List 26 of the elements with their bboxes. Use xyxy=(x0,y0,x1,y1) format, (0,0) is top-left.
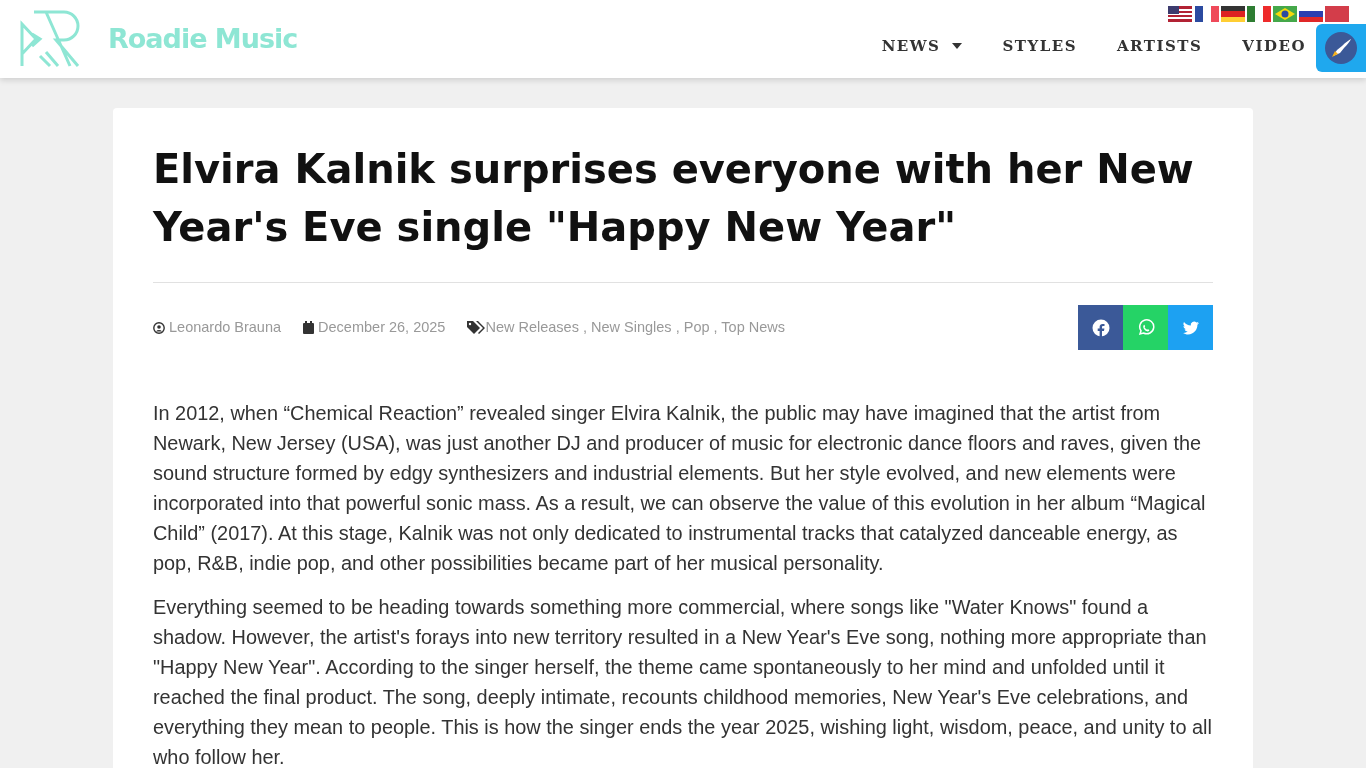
twitter-icon xyxy=(1181,318,1200,337)
facebook-icon xyxy=(1091,318,1110,337)
nav-link[interactable]: VIDEO xyxy=(1242,34,1306,58)
whatsapp-icon xyxy=(1136,318,1155,337)
nav-link[interactable]: STYLES xyxy=(1002,34,1077,58)
tag-separator: , xyxy=(712,318,719,335)
facebook-share-button[interactable] xyxy=(1078,305,1123,350)
article-title: Elvira Kalnik surprises everyone with her New Year's Eve single "Happy New Year" xyxy=(153,145,1195,252)
date-link[interactable]: December 26, 2025 xyxy=(318,316,446,339)
tag-separator: , xyxy=(581,318,588,335)
nav-link[interactable]: ARTISTS xyxy=(1116,34,1203,58)
nav-link[interactable]: NEWS xyxy=(881,34,963,58)
twitter-share-button[interactable] xyxy=(1168,305,1213,350)
paragraph: Everything seemed to be heading towards something more commercial, where songs like "Water Knows" found a shadow. However, the artist's forays into new territory resulted in a New Year's Eve song, nothing more appropriate than "Happy New Year". According to the singer herself, the theme came spontaneously to her mind and unfolded until it reached the final product. The song, deeply intimate, recounts childhood memories, New Year's Eve celebrations, and everything they mean to people. This is how the singer ends the year 2025, wishing light, wisdom, peace, and unity to all who follow her. xyxy=(153,595,1213,768)
tag-link[interactable]: New Releases xyxy=(485,318,579,335)
author-link[interactable]: Leonardo Brauna xyxy=(169,316,282,339)
calendar-icon xyxy=(303,321,315,334)
tag-link[interactable]: New Singles xyxy=(591,318,672,335)
tags-icon xyxy=(467,321,486,334)
rocket-button[interactable] xyxy=(1316,24,1366,72)
tag-link[interactable]: Pop xyxy=(683,318,710,335)
paragraph: In 2012, when “Chemical Reaction” revealed singer Elvira Kalnik, the public may have imagined that the artist from Newark, New Jersey (USA), was just another DJ and producer of music for electronic dance floors and raves, given the sound structure formed by edgy synthesizers and industrial elements. But her style evolved, and new elements were incorporated into that powerful sonic mass. As a result, we can observe the value of this evolution in her album “Magical Child” (2017). At this stage, Kalnik was not only dedicated to instrumental tracks that catalyzed danceable energy, as pop, R&B, indie pop, and other possibilities became part of her musical personality. xyxy=(153,401,1207,576)
tag-separator: , xyxy=(674,318,681,335)
tag-link[interactable]: Top News xyxy=(721,318,786,335)
language-flags-drawing[interactable] xyxy=(1168,4,1350,24)
user-icon xyxy=(153,321,165,334)
